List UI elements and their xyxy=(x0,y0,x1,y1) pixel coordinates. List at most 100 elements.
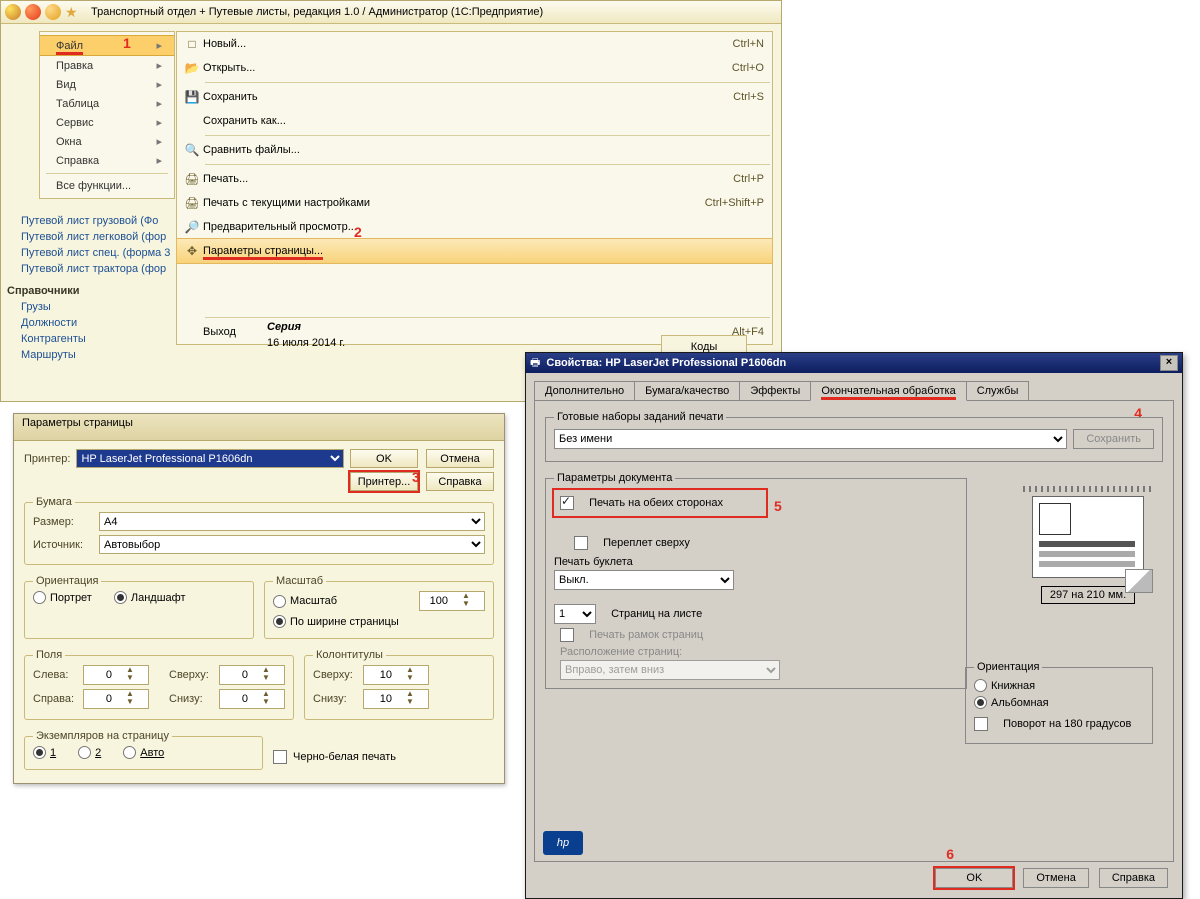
file-print-current[interactable]: 🖨Печать с текущими настройкамиCtrl+Shift… xyxy=(177,191,772,215)
app-logo-icon xyxy=(5,4,21,20)
help-button[interactable]: Справка xyxy=(1099,868,1168,888)
menu-all-functions[interactable]: Все функции... xyxy=(40,177,174,195)
new-icon: □ xyxy=(181,37,203,51)
menu-view[interactable]: Вид▸ xyxy=(40,75,174,94)
margin-left[interactable]: 0▲▼ xyxy=(83,665,149,685)
margin-right[interactable]: 0▲▼ xyxy=(83,689,149,709)
layout-select: Вправо, затем вниз xyxy=(560,660,780,680)
preset-select[interactable]: Без имени xyxy=(554,429,1067,449)
paper-size-select[interactable]: A4 xyxy=(99,512,485,531)
scale-spin[interactable]: 100▲▼ xyxy=(419,591,485,611)
compare-icon: 🔍 xyxy=(181,143,203,157)
sidebar-ref[interactable]: Контрагенты xyxy=(7,331,247,347)
file-save[interactable]: 💾СохранитьCtrl+S xyxy=(177,85,772,109)
menu-help[interactable]: Справка▸ xyxy=(40,151,174,170)
note-5: 5 xyxy=(774,498,782,514)
sidebar-ref[interactable]: Маршруты xyxy=(7,347,247,363)
menu-table[interactable]: Таблица▸ xyxy=(40,94,174,113)
preview-dimensions: 297 на 210 мм. xyxy=(1041,586,1135,604)
rotate-checkbox[interactable] xyxy=(974,717,988,731)
tabs: Дополнительно Бумага/качество Эффекты Ок… xyxy=(534,381,1174,401)
window-title: Транспортный отдел + Путевые листы, реда… xyxy=(91,6,543,18)
hp-logo-icon: hp xyxy=(543,831,583,855)
margin-top[interactable]: 0▲▼ xyxy=(219,665,285,685)
note-1: 1 xyxy=(123,35,131,51)
paper-source-select[interactable]: Автовыбор xyxy=(99,535,485,554)
file-page-setup[interactable]: ✥Параметры страницы... xyxy=(176,238,773,264)
sidebar-doc[interactable]: Путевой лист спец. (форма 3 xyxy=(7,245,247,261)
radio-portrait-win[interactable]: Книжная xyxy=(974,679,1035,692)
nav-fwd-icon[interactable] xyxy=(45,4,61,20)
nav-back-icon[interactable] xyxy=(25,4,41,20)
headers-group: Колонтитулы Сверху:10▲▼ Снизу:10▲▼ xyxy=(304,649,494,720)
favorite-icon[interactable]: ★ xyxy=(65,4,81,20)
sidebar-doc[interactable]: Путевой лист трактора (фор xyxy=(7,261,247,277)
file-saveas[interactable]: Сохранить как... xyxy=(177,109,772,133)
save-icon: 💾 xyxy=(181,90,203,104)
booklet-select[interactable]: Выкл. xyxy=(554,570,734,590)
orientation-group-win: Ориентация Книжная Альбомная Поворот на … xyxy=(965,661,1153,744)
preview-sheet-icon xyxy=(1032,496,1144,578)
paper-group: Бумага Размер:A4 Источник:Автовыбор xyxy=(24,496,494,565)
note-2: 2 xyxy=(354,224,362,240)
tab-paper[interactable]: Бумага/качество xyxy=(634,381,740,401)
file-open[interactable]: 📂Открыть...Ctrl+O xyxy=(177,56,772,80)
file-print[interactable]: 🖨Печать...Ctrl+P xyxy=(177,167,772,191)
header-top[interactable]: 10▲▼ xyxy=(363,665,429,685)
printer-select[interactable]: HP LaserJet Professional P1606dn xyxy=(76,449,344,468)
main-menu: Файл▸ Правка▸ Вид▸ Таблица▸ Сервис▸ Окна… xyxy=(39,31,175,199)
printer-props-dialog: 🖶 Свойства: HP LaserJet Professional P16… xyxy=(525,352,1183,899)
copies-2[interactable]: 2 xyxy=(78,746,101,759)
menu-file[interactable]: Файл▸ xyxy=(40,35,174,56)
printer-props-button[interactable]: Принтер... xyxy=(350,472,418,491)
cancel-button[interactable]: Отмена xyxy=(1023,868,1088,888)
copies-1[interactable]: 1 xyxy=(33,746,56,759)
tab-services[interactable]: Службы xyxy=(966,381,1030,401)
note-3: 3 xyxy=(412,469,420,485)
sidebar-doc[interactable]: Путевой лист легковой (фор xyxy=(7,229,247,245)
props-title: Свойства: HP LaserJet Professional P1606… xyxy=(546,357,786,369)
open-icon: 📂 xyxy=(181,61,203,75)
bw-checkbox[interactable] xyxy=(273,750,287,764)
copies-auto[interactable]: Авто xyxy=(123,746,164,759)
file-compare[interactable]: 🔍Сравнить файлы... xyxy=(177,138,772,162)
tab-finishing[interactable]: Окончательная обработка xyxy=(810,381,966,401)
menu-edit[interactable]: Правка▸ xyxy=(40,56,174,75)
radio-fitwidth[interactable]: По ширине страницы xyxy=(273,615,399,628)
printer-icon: 🖶 xyxy=(530,354,540,373)
sidebar-ref[interactable]: Грузы xyxy=(7,299,247,315)
header-bottom[interactable]: 10▲▼ xyxy=(363,689,429,709)
radio-landscape[interactable]: Ландшафт xyxy=(114,591,186,604)
menu-service[interactable]: Сервис▸ xyxy=(40,113,174,132)
note-6: 6 xyxy=(946,846,954,862)
tab-effects[interactable]: Эффекты xyxy=(739,381,811,401)
margins-group: Поля Слева:0▲▼ Сверху:0▲▼ Справа:0▲▼ Сни… xyxy=(24,649,294,720)
printer-label: Принтер: xyxy=(24,453,70,465)
pps-select[interactable]: 1 xyxy=(554,604,596,624)
page-setup-dialog: Параметры страницы Принтер: HP LaserJet … xyxy=(13,413,505,784)
radio-landscape-win[interactable]: Альбомная xyxy=(974,696,1049,709)
sidebar-ref[interactable]: Должности xyxy=(7,315,247,331)
sidebar: Путевой лист грузовой (Фо Путевой лист л… xyxy=(7,213,247,363)
page-setup-title: Параметры страницы xyxy=(14,414,504,441)
bind-top-checkbox[interactable] xyxy=(574,536,588,550)
tab-advanced[interactable]: Дополнительно xyxy=(534,381,635,401)
orientation-group: Ориентация Портрет Ландшафт xyxy=(24,575,254,639)
radio-portrait[interactable]: Портрет xyxy=(33,591,92,604)
file-preview[interactable]: 🔎Предварительный просмотр... xyxy=(177,215,772,239)
radio-scale[interactable]: Масштаб xyxy=(273,595,337,608)
tab-body: Готовые наборы заданий печати Без имени … xyxy=(534,400,1174,862)
menu-windows[interactable]: Окна▸ xyxy=(40,132,174,151)
file-new[interactable]: □Новый...Ctrl+N xyxy=(177,32,772,56)
cancel-button[interactable]: Отмена xyxy=(426,449,494,468)
sidebar-refs-header: Справочники xyxy=(7,285,247,297)
ok-button[interactable]: OK xyxy=(935,868,1013,888)
ok-button[interactable]: OK xyxy=(350,449,418,468)
sidebar-doc[interactable]: Путевой лист грузовой (Фо xyxy=(7,213,247,229)
help-button[interactable]: Справка xyxy=(426,472,494,491)
titlebar: ★ Транспортный отдел + Путевые листы, ре… xyxy=(1,1,781,24)
close-icon[interactable]: × xyxy=(1160,355,1178,371)
both-sides-checkbox[interactable] xyxy=(560,496,574,510)
save-preset-button: Сохранить xyxy=(1073,429,1154,449)
margin-bottom[interactable]: 0▲▼ xyxy=(219,689,285,709)
